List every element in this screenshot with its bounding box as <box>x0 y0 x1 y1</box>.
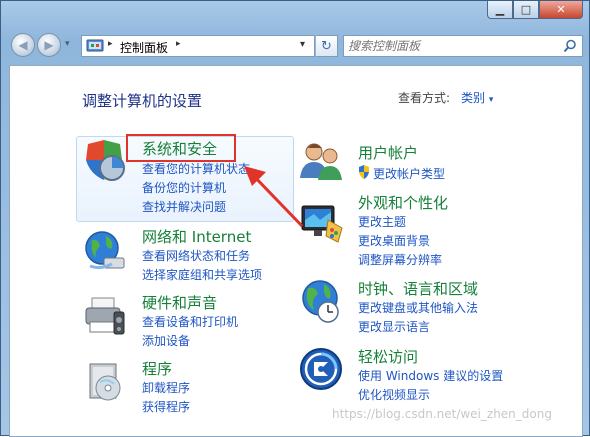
maximize-button[interactable]: □ <box>513 1 539 19</box>
link-change-theme[interactable]: 更改主题 <box>358 213 406 230</box>
address-bar[interactable]: ▸ 控制面板 ▸ ▾ <box>81 35 315 57</box>
link-homegroup-sharing[interactable]: 选择家庭组和共享选项 <box>142 266 262 283</box>
link-devices-printers[interactable]: 查看设备和打印机 <box>142 313 238 330</box>
watermark-text: https://blog.csdn.net/wei_zhen_dong <box>332 407 552 421</box>
link-uninstall-program[interactable]: 卸载程序 <box>142 379 190 396</box>
forward-button[interactable]: ▶ <box>37 33 61 57</box>
link-change-account-type[interactable]: 更改帐户类型 <box>373 165 445 182</box>
printer-icon[interactable] <box>82 292 128 338</box>
category-clock-language-region[interactable]: 时钟、语言和区域 <box>358 278 478 299</box>
page-title: 调整计算机的设置 <box>82 92 203 110</box>
breadcrumb-separator[interactable]: ▸ <box>108 39 113 49</box>
ease-of-access-icon[interactable] <box>298 346 344 392</box>
link-change-display-language[interactable]: 更改显示语言 <box>358 318 430 335</box>
network-globe-icon[interactable] <box>82 228 128 274</box>
programs-icon[interactable] <box>82 358 128 404</box>
navigation-bar: ◀ ▶ ▾ ▸ 控制面板 ▸ ▾ ↻ <box>9 31 583 61</box>
category-programs[interactable]: 程序 <box>142 358 172 379</box>
close-button[interactable]: ✕ <box>539 1 583 19</box>
link-add-device[interactable]: 添加设备 <box>142 332 190 349</box>
category-network-internet[interactable]: 网络和 Internet <box>142 226 251 247</box>
link-backup-computer[interactable]: 备份您的计算机 <box>142 179 226 196</box>
category-appearance-personalization[interactable]: 外观和个性化 <box>358 192 448 213</box>
search-input[interactable] <box>348 38 548 54</box>
back-button[interactable]: ◀ <box>11 33 35 57</box>
uac-shield-icon <box>359 165 369 179</box>
view-by-dropdown[interactable]: 类别 ▾ <box>461 89 493 106</box>
annotation-arrow <box>244 166 304 228</box>
address-dropdown-icon[interactable]: ▾ <box>300 39 305 50</box>
annotation-highlight-box <box>126 134 236 162</box>
view-by-label: 查看方式: <box>398 91 451 105</box>
control-panel-icon <box>86 39 104 52</box>
link-get-programs[interactable]: 获得程序 <box>142 398 190 415</box>
window-frame: ▁ □ ✕ ◀ ▶ ▾ ▸ 控制面板 ▸ ▾ ↻ 搜索控制面板 调整计算机的设置… <box>0 0 590 437</box>
minimize-button[interactable]: ▁ <box>487 1 513 19</box>
clock-globe-icon[interactable] <box>298 278 344 324</box>
recent-pages-dropdown[interactable]: ▾ <box>65 39 70 49</box>
breadcrumb-control-panel[interactable]: 控制面板 <box>120 39 168 56</box>
link-network-status[interactable]: 查看网络状态和任务 <box>142 247 250 264</box>
refresh-icon: ↻ <box>321 38 332 54</box>
category-hardware-sound[interactable]: 硬件和声音 <box>142 292 217 313</box>
link-view-computer-status[interactable]: 查看您的计算机状态 <box>142 160 250 177</box>
chevron-down-icon: ▾ <box>488 95 494 105</box>
link-use-windows-recommended[interactable]: 使用 Windows 建议的设置 <box>358 367 503 384</box>
link-change-keyboard-input[interactable]: 更改键盘或其他输入法 <box>358 299 478 316</box>
refresh-button[interactable]: ↻ <box>316 35 338 57</box>
view-by-value[interactable]: 类别 <box>461 91 485 105</box>
back-arrow-icon: ◀ <box>18 38 28 52</box>
link-troubleshoot[interactable]: 查找并解决问题 <box>142 198 226 215</box>
search-icon[interactable] <box>563 39 577 53</box>
link-adjust-screen-resolution[interactable]: 调整屏幕分辨率 <box>358 251 442 268</box>
window-controls: ▁ □ ✕ <box>487 1 583 21</box>
link-change-desktop-background[interactable]: 更改桌面背景 <box>358 232 430 249</box>
breadcrumb-separator[interactable]: ▸ <box>176 39 181 49</box>
content-pane: 调整计算机的设置 查看方式: 类别 ▾ 系统和安全 查看您的计算机状态 备份您的… <box>9 65 583 437</box>
category-user-accounts[interactable]: 用户帐户 <box>358 142 418 163</box>
forward-arrow-icon: ▶ <box>44 38 54 52</box>
link-optimize-video-display[interactable]: 优化视频显示 <box>358 386 430 403</box>
shield-icon[interactable] <box>82 138 128 184</box>
category-ease-of-access[interactable]: 轻松访问 <box>358 346 418 367</box>
search-box <box>343 35 583 57</box>
